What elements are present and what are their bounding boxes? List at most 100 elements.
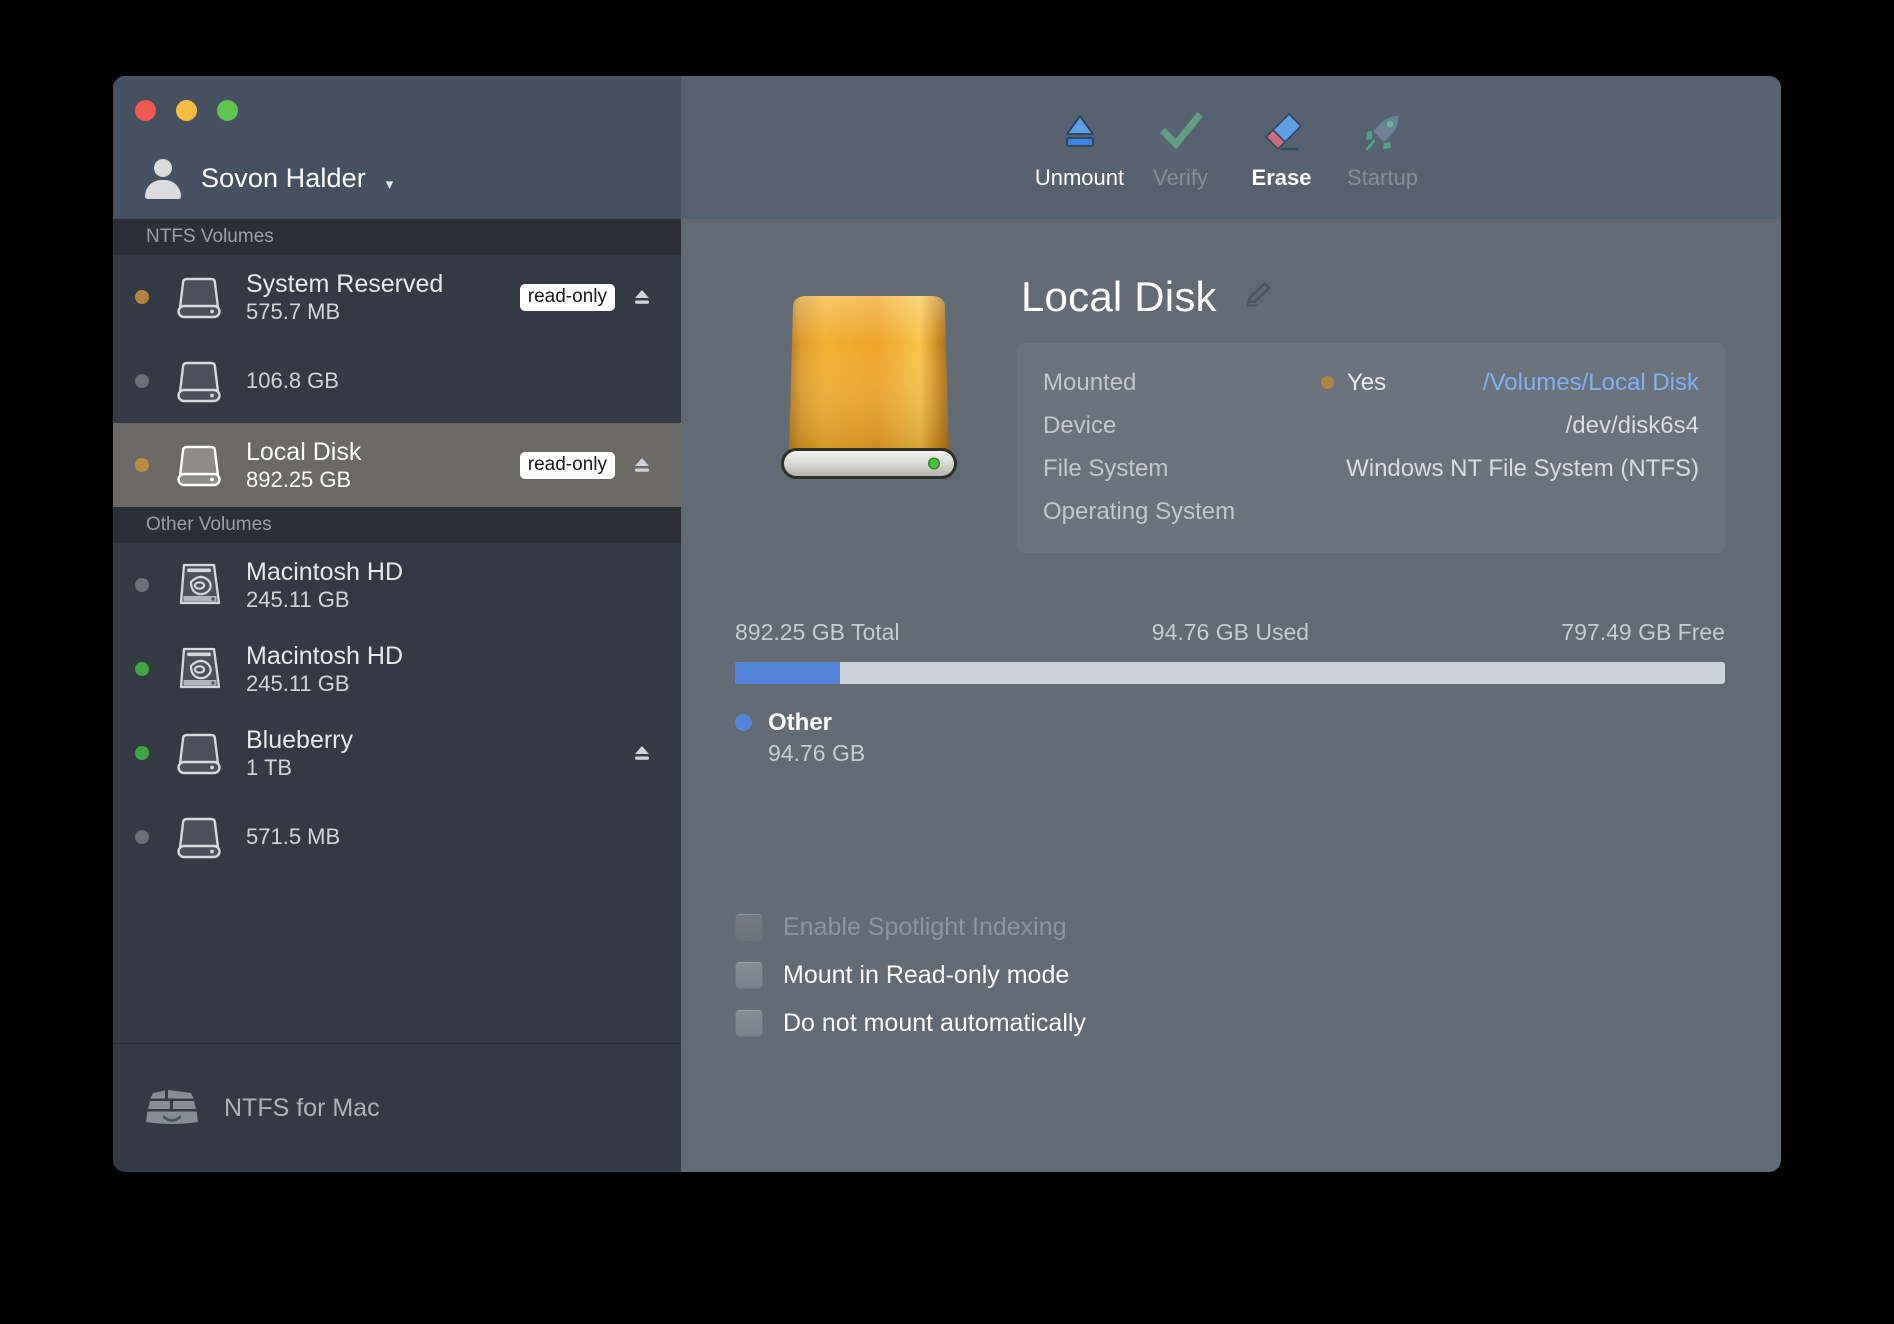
checkbox-option: Enable Spotlight Indexing xyxy=(735,906,1086,948)
sidebar-filler xyxy=(113,879,681,1043)
volume-row[interactable]: 571.5 MB xyxy=(113,795,681,879)
external-drive-icon xyxy=(170,352,228,410)
capacity-legend: Other 94.76 GB xyxy=(735,708,1725,769)
volume-size: 1 TB xyxy=(246,754,293,780)
toolbar-button-label: Erase xyxy=(1251,165,1312,190)
volume-row[interactable]: Macintosh HD 245.11 GB xyxy=(113,543,681,627)
volume-row[interactable]: Local Disk 892.25 GB read-only xyxy=(113,423,681,507)
legend-category-size: 94.76 GB xyxy=(768,740,866,766)
volume-row[interactable]: Macintosh HD 245.11 GB xyxy=(113,627,681,711)
toolbar-button-startup: Startup xyxy=(1332,100,1433,191)
ntfs-for-mac-icon xyxy=(146,1084,198,1133)
external-drive-icon xyxy=(170,808,228,866)
account-name: Sovon Halder xyxy=(201,162,366,193)
disk-title-row: Local Disk xyxy=(1017,273,1725,321)
mount-options: Enable Spotlight Indexing Mount in Read-o… xyxy=(735,906,1086,1044)
sidebar: Sovon Halder ▾ NTFS Volumes System Reserv… xyxy=(113,76,681,1172)
volume-row[interactable]: Blueberry 1 TB xyxy=(113,711,681,795)
checkbox-option[interactable]: Do not mount automatically xyxy=(735,1002,1086,1044)
minimize-button[interactable] xyxy=(176,100,197,121)
page-title: Local Disk xyxy=(1021,273,1217,320)
avatar xyxy=(143,157,183,199)
legend-color-dot xyxy=(735,714,752,731)
volume-text: Macintosh HD 245.11 GB xyxy=(246,642,629,697)
mount-status-dot xyxy=(135,578,149,592)
volume-name: Local Disk xyxy=(246,437,362,466)
toolbar-button-label: Startup xyxy=(1347,165,1418,190)
internal-hard-drive-icon xyxy=(170,556,228,614)
zoom-button[interactable] xyxy=(217,100,238,121)
checkbox-option[interactable]: Mount in Read-only mode xyxy=(735,954,1086,996)
volume-name: Macintosh HD xyxy=(246,641,403,670)
info-label: Operating System xyxy=(1043,497,1236,525)
toolbar: Unmount Verify Erase Startup xyxy=(681,76,1781,219)
ntfs-for-mac-footer[interactable]: NTFS for Mac xyxy=(113,1044,681,1172)
volume-size: 575.7 MB xyxy=(246,298,341,324)
volume-name: Macintosh HD xyxy=(246,557,403,586)
info-row: Device/dev/disk6s4 xyxy=(1043,404,1699,447)
info-value: /dev/disk6s4 xyxy=(1565,411,1699,439)
eject-icon[interactable] xyxy=(629,740,655,766)
mounted-text: Yes xyxy=(1347,368,1387,396)
read-only-badge: read-only xyxy=(519,451,615,479)
checkmark-icon xyxy=(1158,110,1204,154)
volume-row[interactable]: System Reserved 575.7 MB read-only xyxy=(113,255,681,339)
info-row: File System Windows NT File System (NTFS) xyxy=(1043,447,1699,490)
rocket-icon xyxy=(1360,110,1406,154)
chevron-down-icon: ▾ xyxy=(385,176,394,193)
mount-status-dot xyxy=(135,458,149,472)
info-row: Operating System xyxy=(1043,490,1699,533)
capacity-total-label: 892.25 GB Total xyxy=(735,619,900,645)
mount-status-dot xyxy=(135,830,149,844)
mount-status-dot xyxy=(135,290,149,304)
section-header-other-volumes: Other Volumes xyxy=(113,507,681,543)
info-value: Windows NT File System (NTFS) xyxy=(1346,454,1699,482)
eject-icon[interactable] xyxy=(629,284,655,310)
mount-status-dot xyxy=(135,662,149,676)
mounted-value: Yes xyxy=(1321,369,1386,397)
external-drive-icon xyxy=(170,724,228,782)
checkbox-label: Mount in Read-only mode xyxy=(783,960,1070,989)
close-button[interactable] xyxy=(135,100,156,121)
main-panel: Unmount Verify Erase Startup Local Disk … xyxy=(681,76,1781,1172)
eraser-icon xyxy=(1259,110,1305,154)
toolbar-button-verify: Verify xyxy=(1130,100,1231,191)
checkbox-label: Do not mount automatically xyxy=(783,1008,1086,1037)
volume-size: 245.11 GB xyxy=(246,670,350,696)
toolbar-button-unmount[interactable]: Unmount xyxy=(1029,100,1130,191)
toolbar-button-erase[interactable]: Erase xyxy=(1231,100,1332,191)
capacity-free-label: 797.49 GB Free xyxy=(1561,619,1725,645)
section-header-ntfs-volumes: NTFS Volumes xyxy=(113,219,681,255)
volume-size: 245.11 GB xyxy=(246,586,350,612)
mount-status-dot xyxy=(135,374,149,388)
volume-name: System Reserved xyxy=(246,269,444,298)
checkbox[interactable] xyxy=(735,961,763,989)
volume-text: Macintosh HD 245.11 GB xyxy=(246,558,629,613)
volume-text: Blueberry 1 TB xyxy=(246,726,629,781)
volume-info-card: Mounted Yes/Volumes/Local Disk Device/dev/… xyxy=(1017,343,1725,553)
info-row: Mounted Yes/Volumes/Local Disk xyxy=(1043,361,1699,404)
volume-name: Blueberry xyxy=(246,725,353,754)
volume-text: Local Disk 892.25 GB xyxy=(246,438,520,493)
toolbar-button-label: Verify xyxy=(1152,165,1209,190)
eject-icon[interactable] xyxy=(629,452,655,478)
capacity-used-segment xyxy=(735,662,840,684)
info-label: File System xyxy=(1043,454,1169,482)
volume-text: 106.8 GB xyxy=(246,367,629,394)
account-menu[interactable]: Sovon Halder ▾ xyxy=(143,157,393,199)
detail-hero: Local Disk Mounted Yes/Volumes/Local Disk… xyxy=(731,269,1725,553)
checkbox[interactable] xyxy=(735,1009,763,1037)
volume-size: 571.5 MB xyxy=(246,823,341,849)
info-label: Device xyxy=(1043,411,1117,439)
mounted-status-dot xyxy=(1321,376,1334,389)
volume-size: 106.8 GB xyxy=(246,367,339,393)
capacity-section: 892.25 GB Total 94.76 GB Used 797.49 GB … xyxy=(731,619,1725,769)
pencil-edit-icon[interactable] xyxy=(1241,278,1275,317)
info-label: Mounted xyxy=(1043,368,1137,396)
external-drive-icon xyxy=(170,268,228,326)
mount-path-link[interactable]: /Volumes/Local Disk xyxy=(1483,369,1699,397)
toolbar-button-label: Unmount xyxy=(1034,165,1125,190)
volume-row[interactable]: 106.8 GB xyxy=(113,339,681,423)
detail-info-column: Local Disk Mounted Yes/Volumes/Local Disk… xyxy=(1017,269,1725,553)
volume-text: System Reserved 575.7 MB xyxy=(246,270,520,325)
